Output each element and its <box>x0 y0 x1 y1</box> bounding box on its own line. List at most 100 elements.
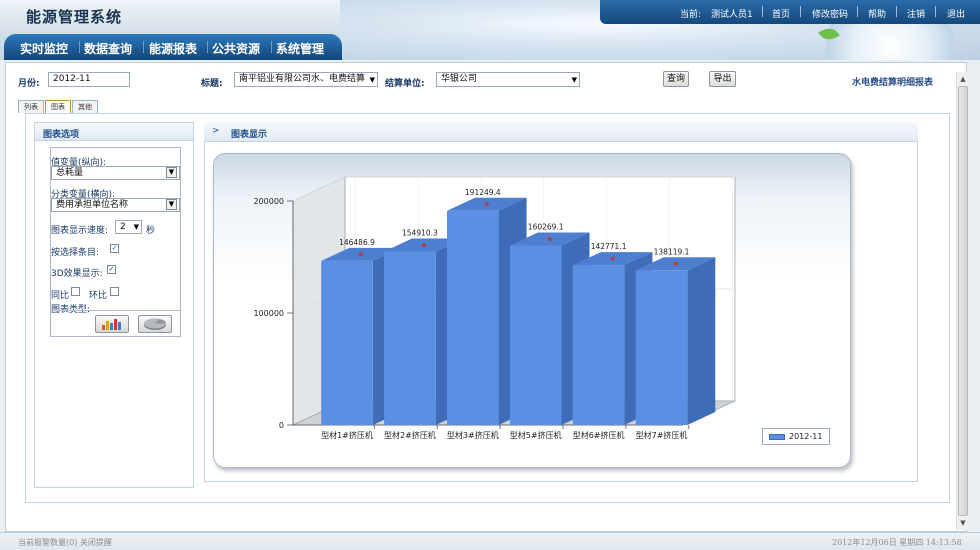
datetime: 2012年12月06日 星期四 14:13:58 <box>832 538 962 547</box>
tab-other[interactable]: 其他 <box>72 100 98 113</box>
display-speed-label: 图表显示速度: <box>51 226 109 236</box>
bar-front <box>509 245 562 425</box>
pie-chart-icon <box>144 318 166 330</box>
exit-link[interactable]: 退出 <box>947 7 965 20</box>
bar-marker <box>359 252 363 257</box>
chevron-right-icon: > <box>212 126 220 136</box>
divider <box>762 6 763 17</box>
alarm-status[interactable]: 当前报警数量(0) 关闭提醒 <box>18 537 112 548</box>
x-tick-label: 型材2#挤压机 <box>384 430 436 440</box>
bar-front <box>447 210 499 425</box>
nav-realtime-monitor[interactable]: 实时监控 <box>20 40 68 57</box>
x-tick-label: 型材7#挤压机 <box>636 430 688 440</box>
divider <box>800 6 801 17</box>
dropdown-arrow-icon: ▼ <box>571 76 577 84</box>
settlement-unit-value: 华银公司 <box>441 74 478 84</box>
three-d-checkbox[interactable]: ✓ <box>107 265 116 274</box>
data-label: 160269.1 <box>528 222 564 231</box>
title-select[interactable]: 南平铝业有限公司水、电费结算 ▼ <box>234 72 378 87</box>
divider <box>79 41 80 53</box>
nav-public-resources[interactable]: 公共资源 <box>212 40 260 57</box>
mom-checkbox[interactable] <box>110 287 119 296</box>
settlement-unit-label: 结算单位: <box>385 79 425 89</box>
x-tick-label: 型材5#挤压机 <box>510 430 562 440</box>
tab-chart[interactable]: 图表 <box>45 100 71 113</box>
dropdown-arrow-icon: ▼ <box>166 167 177 178</box>
yoy-label: 同比 <box>51 291 70 301</box>
bar-marker <box>484 202 489 207</box>
pie-chart-button[interactable] <box>138 315 172 333</box>
display-speed-unit: 秒 <box>146 226 156 236</box>
export-button[interactable]: 导出 <box>709 71 736 87</box>
bar-front <box>384 251 436 425</box>
divider <box>143 41 144 53</box>
value-variable-select[interactable]: 总耗量 ▼ <box>51 166 180 180</box>
category-variable-select[interactable]: 费用承担单位名称 ▼ <box>51 198 180 212</box>
month-input[interactable]: 2012-11 <box>48 72 130 87</box>
bar-side <box>687 257 716 425</box>
bar-marker <box>421 243 426 248</box>
bar-front <box>635 270 688 425</box>
title-select-value: 南平铝业有限公司水、电费结算 <box>239 74 366 84</box>
x-tick-label: 型材1#挤压机 <box>321 430 373 440</box>
scroll-thumb[interactable] <box>958 86 968 516</box>
dropdown-arrow-icon: ▼ <box>166 199 177 210</box>
three-d-label: 3D效果显示: <box>51 269 103 279</box>
main-nav: 实时监控 数据查询 能源报表 公共资源 系统管理 <box>4 34 342 60</box>
bar-chart-icon <box>102 319 121 330</box>
data-label: 154910.3 <box>402 229 438 238</box>
chart-options-header: 图表选项 <box>35 123 193 141</box>
bar-chart-button[interactable] <box>95 315 129 333</box>
scroll-down-arrow-icon[interactable]: ▼ <box>958 518 968 528</box>
options-box: 值变量(纵向): 总耗量 ▼ 分类变量(横向): 费用承担单位名称 ▼ 图表显示… <box>50 147 181 337</box>
nav-energy-report[interactable]: 能源报表 <box>149 40 197 57</box>
bar <box>635 257 716 425</box>
bar-chart: 0 100000 200000 146486.9 型材1#挤压机 154910.3 型材2#… <box>253 176 736 440</box>
dropdown-arrow-icon: ▼ <box>369 76 375 84</box>
display-speed-value: 2 <box>120 222 126 232</box>
display-speed-select[interactable]: 2 ▼ <box>115 220 142 234</box>
report-link[interactable]: 水电费结算明细报表 <box>852 75 933 88</box>
logout-link[interactable]: 注销 <box>907 7 925 20</box>
divider <box>271 41 272 53</box>
chart-display-title: 图表显示 <box>231 130 268 140</box>
settlement-unit-select[interactable]: 华银公司 ▼ <box>436 72 580 87</box>
value-variable-value: 总耗量 <box>56 168 84 178</box>
data-label: 138119.1 <box>654 247 690 256</box>
home-link[interactable]: 首页 <box>772 7 790 20</box>
change-password-link[interactable]: 修改密码 <box>812 7 848 20</box>
chart-options-panel: 图表选项 值变量(纵向): 总耗量 ▼ 分类变量(横向): 费用承担单位名称 ▼… <box>34 122 194 488</box>
tab-list[interactable]: 列表 <box>18 100 44 113</box>
status-footer: 当前报警数量(0) 关闭提醒 2012年12月06日 星期四 14:13:58 <box>0 532 980 550</box>
bar-front <box>572 265 625 425</box>
select-item-label: 按选择条目: <box>51 248 100 258</box>
app-header: 能源管理系统 当前: 测试人员1 首页 修改密码 帮助 注销 退出 实时监控 数… <box>0 0 980 60</box>
scroll-up-arrow-icon[interactable]: ▲ <box>958 74 968 84</box>
legend-swatch <box>769 434 785 440</box>
select-item-checkbox[interactable]: ✓ <box>110 244 119 253</box>
divider <box>896 6 897 17</box>
nav-system-admin[interactable]: 系统管理 <box>276 40 324 57</box>
title-label: 标题: <box>201 79 223 89</box>
chart-legend: 2012-11 <box>762 428 830 445</box>
chart-display-header: > 图表显示 <box>204 122 918 142</box>
divider <box>857 6 858 17</box>
y-tick-label: 0 <box>279 421 284 430</box>
brand-area: 能源管理系统 <box>0 0 340 32</box>
app-title: 能源管理系统 <box>26 8 123 26</box>
category-variable-value: 费用承担单位名称 <box>56 200 129 210</box>
data-label: 146486.9 <box>339 238 375 247</box>
dropdown-arrow-icon: ▼ <box>133 223 139 231</box>
bar-marker <box>673 261 678 266</box>
chart-options-title: 图表选项 <box>43 130 80 140</box>
y-tick-label: 200000 <box>253 197 284 206</box>
nav-data-query[interactable]: 数据查询 <box>84 40 132 57</box>
bar-marker <box>610 256 615 261</box>
mom-label: 环比 <box>89 291 108 301</box>
user-topbar: 当前: 测试人员1 首页 修改密码 帮助 注销 退出 <box>600 0 980 24</box>
vertical-scrollbar[interactable]: ▲ ▼ <box>956 72 968 530</box>
bar-front <box>321 260 373 425</box>
yoy-checkbox[interactable] <box>71 287 80 296</box>
query-button[interactable]: 查询 <box>663 71 689 87</box>
help-link[interactable]: 帮助 <box>868 7 886 20</box>
